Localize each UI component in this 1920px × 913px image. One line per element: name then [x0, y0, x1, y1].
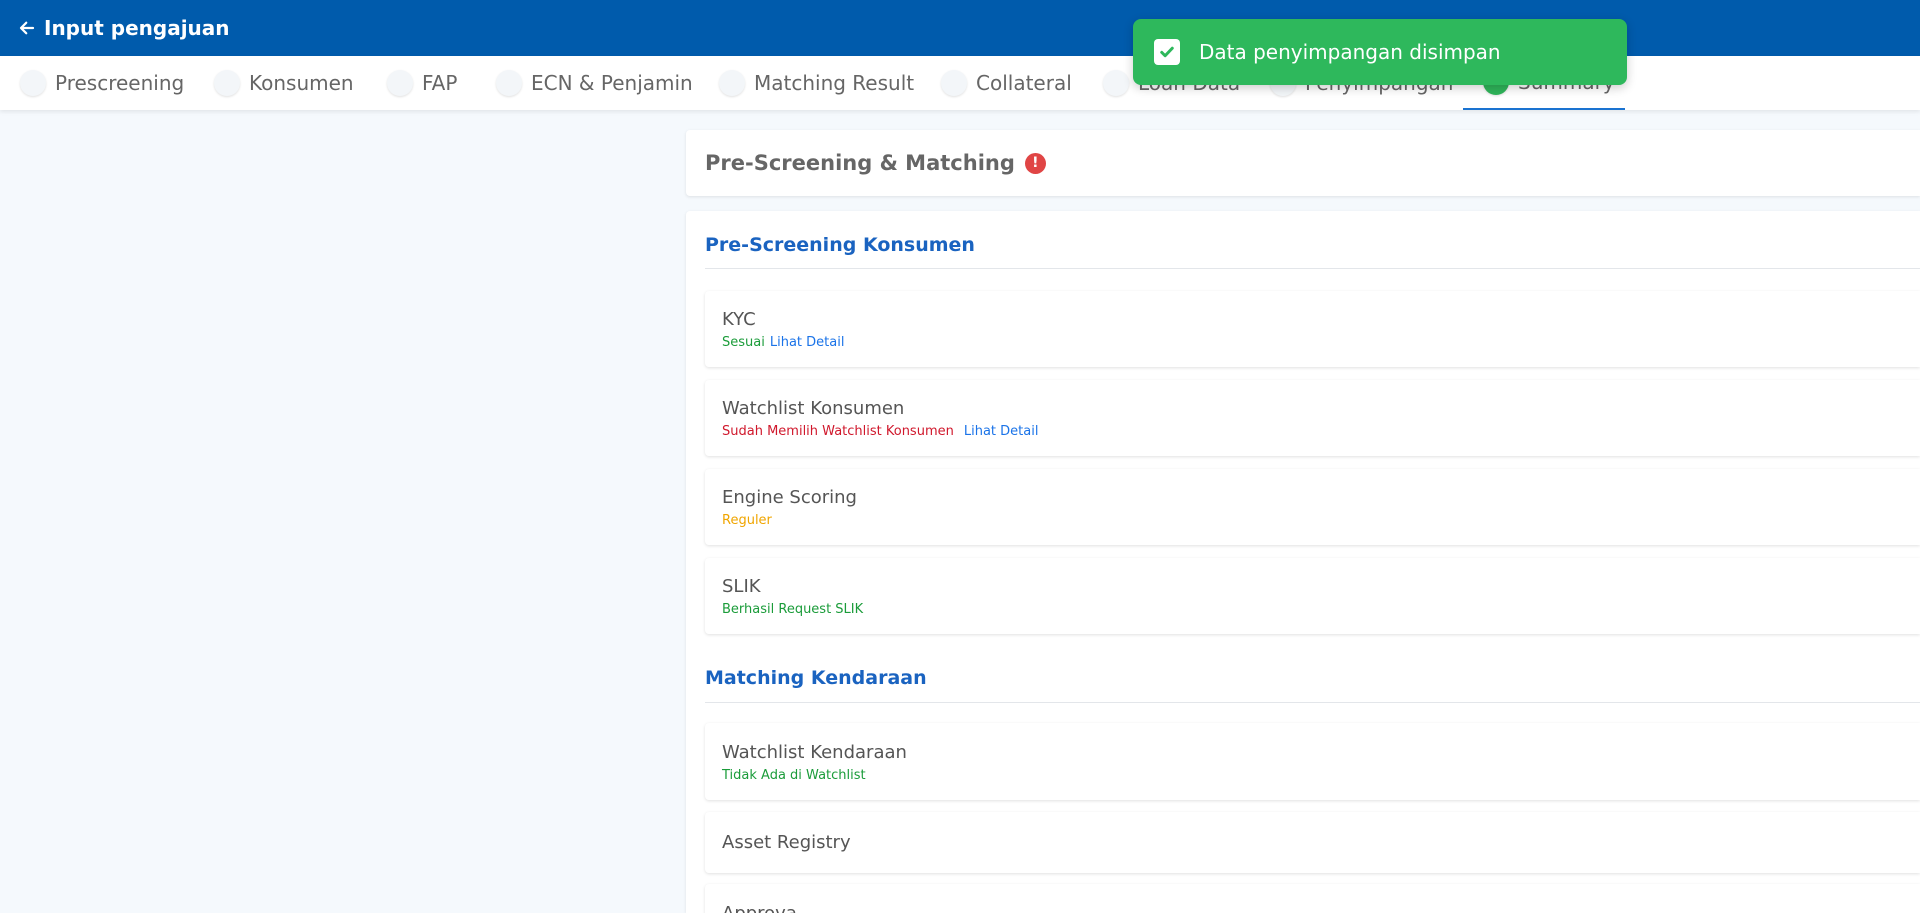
step-label: Konsumen: [249, 71, 354, 95]
step-circle-icon: [719, 70, 745, 96]
step-circle-icon: [214, 70, 240, 96]
toast-message: Data penyimpangan disimpan: [1199, 40, 1501, 64]
step-circle-icon: [387, 70, 413, 96]
lihat-detail-link[interactable]: Lihat Detail: [770, 335, 845, 350]
step-label: Matching Result: [754, 71, 915, 95]
section-divider: [705, 702, 1920, 703]
prescreening-matching-card: Pre-Screening Konsumen KYC Sesuai Lihat …: [686, 211, 1920, 913]
section-divider: [705, 268, 1920, 269]
arrow-left-icon: [19, 21, 35, 35]
item-title: Watchlist Kendaraan: [722, 742, 907, 763]
item-title: Watchlist Konsumen: [722, 398, 905, 419]
step-label: Collateral: [976, 71, 1072, 95]
step-collateral[interactable]: Collateral: [941, 56, 1072, 110]
item-engine-scoring: Engine Scoring Reguler: [705, 469, 1920, 545]
status-text: Reguler: [722, 513, 772, 528]
step-label: FAP: [422, 71, 458, 95]
item-watchlist-konsumen: Watchlist Konsumen Sudah Memilih Watchli…: [705, 380, 1920, 456]
status-text: Berhasil Request SLIK: [722, 602, 864, 617]
item-slik: SLIK Berhasil Request SLIK: [705, 558, 1920, 634]
top-bar: Input pengajuan: [0, 0, 1920, 56]
back-button[interactable]: Input pengajuan: [18, 16, 230, 40]
lihat-detail-link[interactable]: Lihat Detail: [964, 424, 1039, 439]
step-prescreening[interactable]: Prescreening: [20, 56, 184, 110]
item-kyc: KYC Sesuai Lihat Detail: [705, 291, 1920, 367]
step-fap[interactable]: FAP: [387, 56, 457, 110]
stepper-tabs: Prescreening Konsumen FAP ECN & Penjamin…: [0, 56, 1920, 110]
step-label: Prescreening: [55, 71, 185, 95]
step-label: ECN & Penjamin: [531, 71, 693, 95]
section-title-prescreening: Pre-Screening Konsumen: [705, 234, 975, 256]
step-matching-result[interactable]: Matching Result: [719, 56, 914, 110]
item-title: SLIK: [722, 576, 761, 597]
section-title-matching: Matching Kendaraan: [705, 667, 927, 689]
step-ecn-penjamin[interactable]: ECN & Penjamin: [496, 56, 693, 110]
page-title: Input pengajuan: [44, 16, 230, 40]
status-text: Sudah Memilih Watchlist Konsumen: [722, 424, 954, 439]
step-konsumen[interactable]: Konsumen: [214, 56, 354, 110]
step-circle-icon: [941, 70, 967, 96]
step-circle-icon: [1103, 70, 1129, 96]
item-title: Approva: [722, 903, 1920, 913]
status-text: Tidak Ada di Watchlist: [722, 768, 866, 783]
check-icon: [1154, 39, 1180, 65]
item-title: Asset Registry: [722, 832, 851, 853]
step-circle-icon: [496, 70, 522, 96]
section-header-card: Pre-Screening & Matching !: [686, 130, 1920, 196]
status-text: Sesuai: [722, 335, 765, 350]
success-toast: Data penyimpangan disimpan: [1133, 19, 1627, 85]
item-title: Engine Scoring: [722, 487, 857, 508]
section-header-title: Pre-Screening & Matching: [705, 151, 1015, 175]
item-asset-registry: Asset Registry: [705, 812, 1920, 873]
step-circle-icon: [20, 70, 46, 96]
item-title: KYC: [722, 309, 756, 330]
item-approva: Approva: [705, 884, 1920, 913]
alert-icon: !: [1024, 152, 1046, 174]
item-watchlist-kendaraan: Watchlist Kendaraan Tidak Ada di Watchli…: [705, 723, 1920, 800]
